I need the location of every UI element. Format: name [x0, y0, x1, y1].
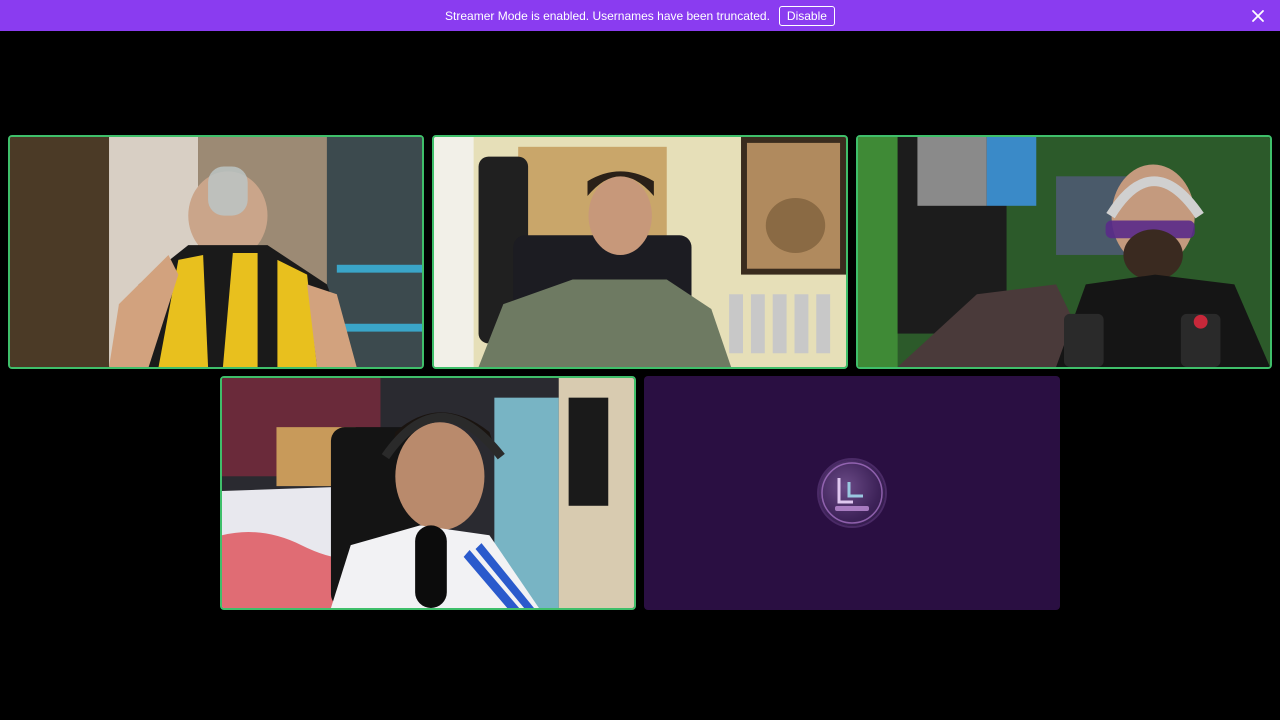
video-feed-1	[10, 137, 422, 367]
participant-avatar-tile-5[interactable]	[644, 376, 1060, 610]
participant-video-tile-2[interactable]	[432, 135, 848, 369]
streamer-mode-message: Streamer Mode is enabled. Usernames have…	[445, 8, 770, 23]
video-feed-3	[858, 137, 1270, 367]
server-logo-avatar	[819, 460, 885, 526]
video-feed-4	[222, 378, 634, 608]
participant-video-tile-1[interactable]	[8, 135, 424, 369]
disable-streamer-mode-button[interactable]: Disable	[778, 5, 835, 26]
streamer-mode-banner: Streamer Mode is enabled. Usernames have…	[0, 0, 1280, 31]
participant-video-tile-4[interactable]	[220, 376, 636, 610]
call-window: Streamer Mode is enabled. Usernames have…	[0, 0, 1280, 720]
logo-mark-icon	[821, 462, 883, 524]
participant-video-tile-3[interactable]	[856, 135, 1272, 369]
close-icon[interactable]	[1250, 8, 1266, 24]
video-feed-2	[434, 137, 846, 367]
